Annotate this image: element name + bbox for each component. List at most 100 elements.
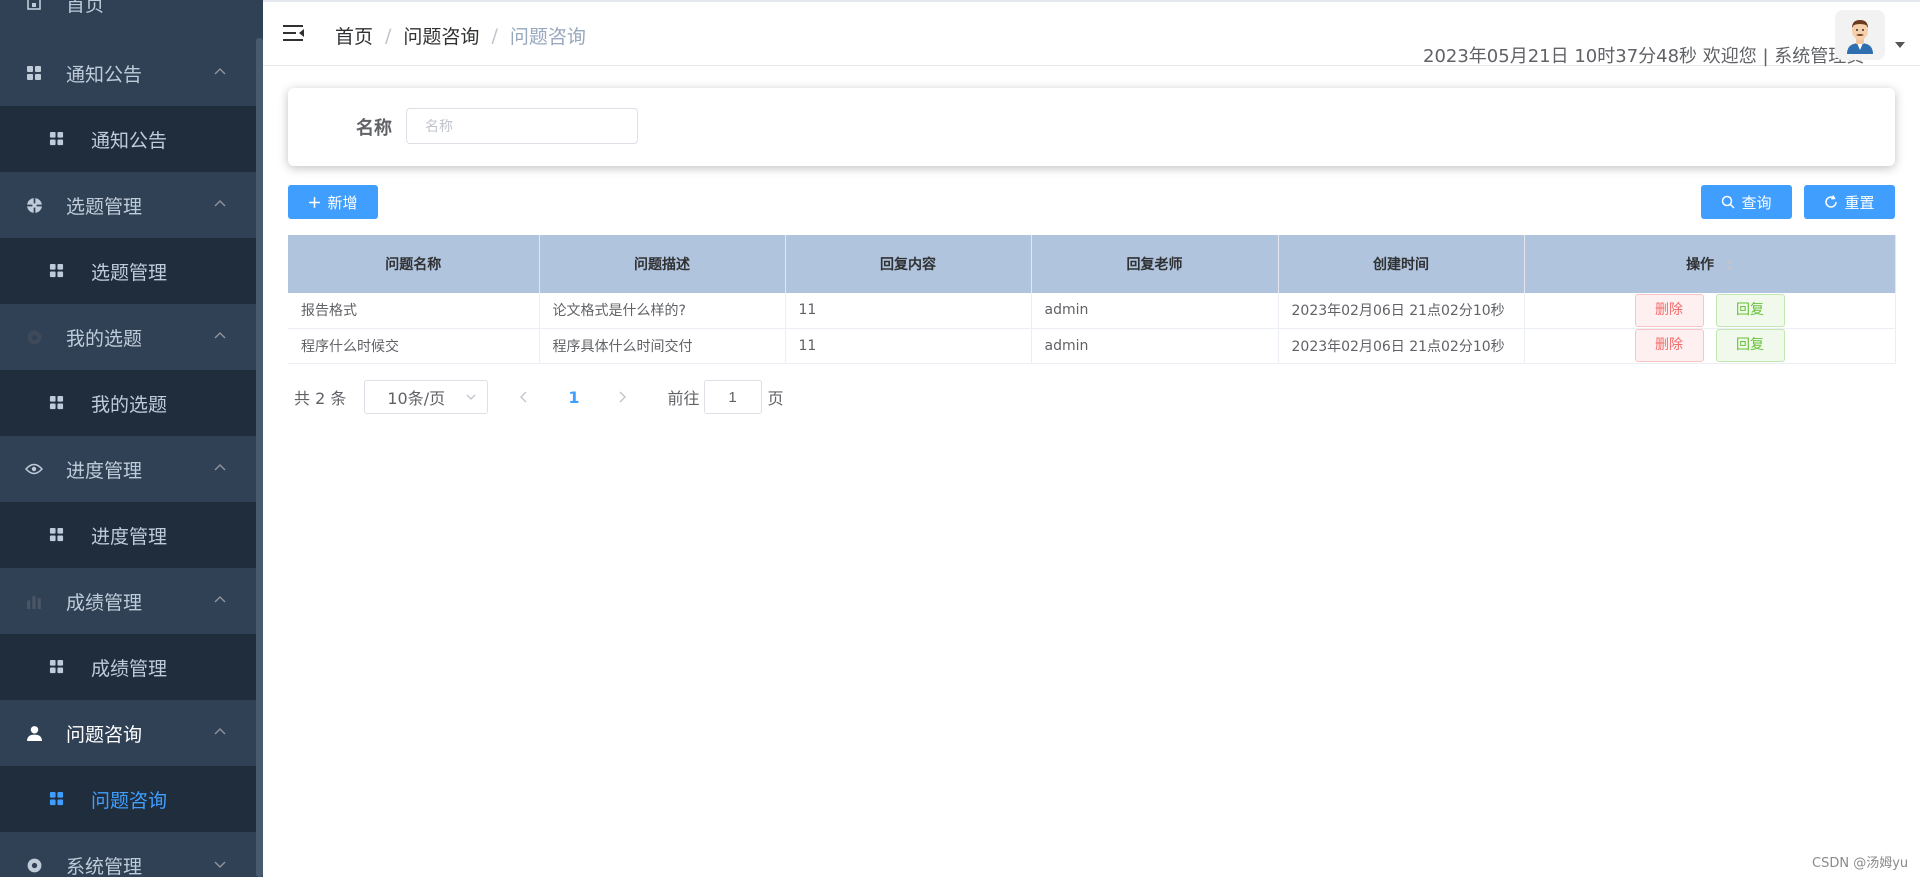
chevron-up-icon bbox=[214, 728, 226, 735]
pagination: 共 2 条 10条/页 1 前往 页 bbox=[294, 380, 784, 414]
grid-icon bbox=[49, 659, 65, 675]
sidebar-group-label: 成绩管理 bbox=[66, 591, 143, 614]
delete-button[interactable]: 删除 bbox=[1634, 293, 1704, 327]
chevron-right-icon bbox=[619, 391, 626, 403]
search-form: 名称 bbox=[288, 88, 1895, 166]
search-input[interactable] bbox=[406, 108, 638, 144]
cell-actions: 删除 回复 bbox=[1524, 328, 1896, 364]
page-size-value: 10条/页 bbox=[387, 389, 446, 408]
cell-name: 程序什么时候交 bbox=[288, 328, 540, 364]
grid-icon bbox=[24, 63, 44, 83]
reply-button[interactable]: 回复 bbox=[1715, 293, 1785, 327]
sidebar-group-label: 系统管理 bbox=[66, 855, 143, 877]
column-header-reply: 回复内容 bbox=[785, 235, 1032, 293]
sidebar-item-mytopic[interactable]: 我的选题 bbox=[0, 370, 256, 436]
page-number-current[interactable]: 1 bbox=[568, 388, 579, 407]
prev-page-button[interactable] bbox=[518, 390, 538, 404]
query-button[interactable]: 查询 bbox=[1701, 185, 1792, 219]
sidebar-group-question[interactable]: 问题咨询 bbox=[0, 700, 256, 766]
next-page-button[interactable] bbox=[616, 390, 636, 404]
pagination-total: 共 2 条 bbox=[294, 389, 347, 408]
sidebar-group-mytopic[interactable]: 我的选题 bbox=[0, 304, 256, 370]
reset-button[interactable]: 重置 bbox=[1804, 185, 1895, 219]
grid-icon bbox=[49, 527, 65, 543]
sidebar-group-notice[interactable]: 通知公告 bbox=[0, 40, 256, 106]
top-header: 首页 / 问题咨询 / 问题咨询 2023年05月21日 10时37分48秒 欢… bbox=[263, 0, 1920, 67]
sidebar-item-label: 选题管理 bbox=[91, 261, 168, 284]
user-icon bbox=[24, 723, 44, 743]
sidebar-item-question[interactable]: 问题咨询 bbox=[0, 766, 256, 832]
chevron-up-icon bbox=[214, 68, 226, 75]
cell-desc: 论文格式是什么样的? bbox=[539, 293, 786, 329]
column-header-actions-label: 操作 bbox=[1686, 257, 1715, 273]
goto-label: 前往 bbox=[667, 389, 700, 408]
question-table: 问题名称 问题描述 回复内容 回复老师 创建时间 操作 报告格式 论文格式是什么… bbox=[288, 235, 1896, 364]
sidebar-item-progress[interactable]: 进度管理 bbox=[0, 502, 256, 568]
aperture-icon bbox=[24, 195, 44, 215]
breadcrumb: 首页 / 问题咨询 / 问题咨询 bbox=[335, 22, 586, 49]
search-label: 名称 bbox=[356, 118, 392, 139]
sidebar-group-label: 问题咨询 bbox=[66, 723, 143, 746]
chevron-up-icon bbox=[214, 332, 226, 339]
search-icon bbox=[1722, 195, 1736, 209]
chart-icon bbox=[24, 591, 44, 611]
gear-icon bbox=[24, 327, 44, 347]
chevron-left-icon bbox=[520, 391, 527, 403]
add-button[interactable]: 新增 bbox=[288, 185, 378, 219]
sidebar-item-label: 问题咨询 bbox=[91, 789, 168, 812]
page-unit-label: 页 bbox=[767, 389, 784, 408]
chevron-up-icon bbox=[214, 200, 226, 207]
breadcrumb-home[interactable]: 首页 bbox=[335, 22, 373, 49]
sidebar-group-score[interactable]: 成绩管理 bbox=[0, 568, 256, 634]
refresh-icon bbox=[1825, 195, 1838, 208]
eye-icon bbox=[24, 459, 44, 479]
menu-fold-icon[interactable] bbox=[283, 22, 305, 44]
table-row: 报告格式 论文格式是什么样的? 11 admin 2023年02月06日 21点… bbox=[288, 293, 1896, 329]
cell-reply: 11 bbox=[785, 328, 1032, 364]
gear-icon bbox=[24, 855, 44, 875]
plus-icon bbox=[309, 196, 321, 208]
sidebar-group-label: 通知公告 bbox=[66, 63, 143, 86]
sidebar-item-label: 通知公告 bbox=[91, 129, 168, 152]
table-row: 程序什么时候交 程序具体什么时间交付 11 admin 2023年02月06日 … bbox=[288, 328, 1896, 364]
sidebar-group-label: 选题管理 bbox=[66, 195, 143, 218]
sidebar-scrollbar[interactable] bbox=[256, 38, 263, 877]
sidebar-item-topic[interactable]: 选题管理 bbox=[0, 238, 256, 304]
column-header-name: 问题名称 bbox=[288, 235, 540, 293]
cell-desc: 程序具体什么时间交付 bbox=[539, 328, 786, 364]
page-size-select[interactable]: 10条/页 bbox=[364, 380, 489, 414]
chevron-down-icon bbox=[466, 394, 476, 400]
caret-down-icon[interactable] bbox=[1895, 42, 1905, 48]
sidebar-group-label: 我的选题 bbox=[66, 327, 143, 350]
sidebar-group-system[interactable]: 系统管理 bbox=[0, 832, 256, 877]
sidebar: 首页 通知公告 通知公告 选题管理 选题管理 我的选题 我的选题 进度管理 进度… bbox=[0, 0, 263, 877]
sidebar-item-score[interactable]: 成绩管理 bbox=[0, 634, 256, 700]
breadcrumb-separator: / bbox=[385, 24, 392, 47]
avatar-man-icon bbox=[1835, 10, 1885, 60]
sidebar-group-label: 进度管理 bbox=[66, 459, 143, 482]
sidebar-item-label: 首页 bbox=[66, 0, 105, 16]
grid-icon bbox=[49, 395, 65, 411]
table-header-row: 问题名称 问题描述 回复内容 回复老师 创建时间 操作 bbox=[288, 235, 1896, 293]
column-header-desc: 问题描述 bbox=[539, 235, 786, 293]
column-header-actions[interactable]: 操作 bbox=[1524, 235, 1896, 293]
cell-name: 报告格式 bbox=[288, 293, 540, 329]
sidebar-item-home[interactable]: 首页 bbox=[0, 0, 256, 36]
sidebar-item-label: 进度管理 bbox=[91, 525, 168, 548]
add-button-label: 新增 bbox=[327, 193, 358, 212]
sidebar-item-notice[interactable]: 通知公告 bbox=[0, 106, 256, 172]
reply-button[interactable]: 回复 bbox=[1715, 329, 1785, 362]
sidebar-group-progress[interactable]: 进度管理 bbox=[0, 436, 256, 502]
breadcrumb-section[interactable]: 问题咨询 bbox=[403, 22, 479, 49]
page-jump-input[interactable] bbox=[703, 380, 762, 414]
column-header-created: 创建时间 bbox=[1278, 235, 1525, 293]
cell-created: 2023年02月06日 21点02分10秒 bbox=[1278, 328, 1525, 364]
query-button-label: 查询 bbox=[1741, 193, 1772, 212]
sort-icon[interactable] bbox=[1725, 259, 1733, 271]
cell-actions: 删除 回复 bbox=[1524, 293, 1896, 329]
sidebar-item-label: 成绩管理 bbox=[91, 657, 168, 680]
avatar[interactable] bbox=[1835, 10, 1885, 60]
delete-button[interactable]: 删除 bbox=[1634, 329, 1704, 362]
sidebar-group-topic[interactable]: 选题管理 bbox=[0, 172, 256, 238]
column-header-teacher: 回复老师 bbox=[1031, 235, 1279, 293]
